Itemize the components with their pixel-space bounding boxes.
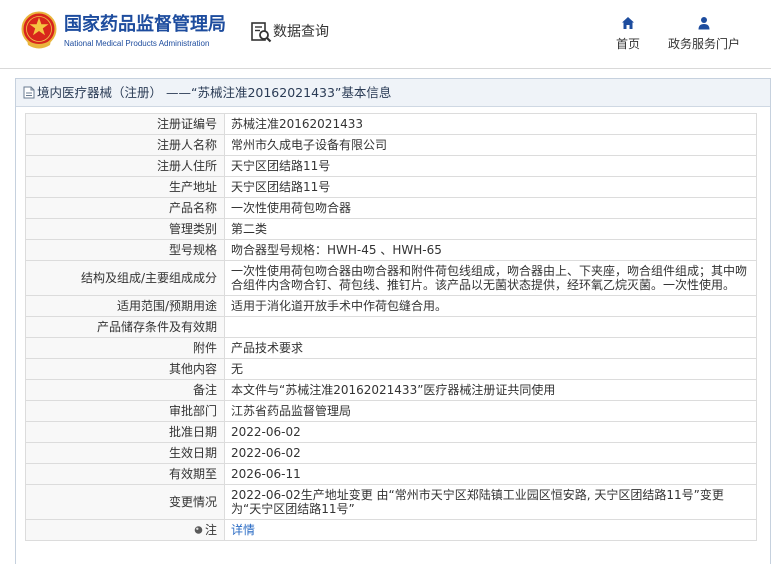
label-production-address: 生产地址 [25, 176, 225, 198]
value-registrant-name: 常州市久成电子设备有限公司 [224, 134, 757, 156]
row-registrant-name: 注册人名称 常州市久成电子设备有限公司 [25, 134, 757, 156]
row-registrant-address: 注册人住所 天宁区团结路11号 [25, 155, 757, 177]
value-scope-intended-use: 适用于消化道开放手术中作荷包缝合用。 [224, 295, 757, 317]
label-remarks: 备注 [25, 379, 225, 401]
page: 国家药品监督管理局 National Medical Products Admi… [0, 0, 771, 564]
details-link[interactable]: 详情 [231, 523, 255, 537]
value-change-history: 2022-06-02生产地址变更 由“常州市天宁区郑陆镇工业园区恒安路, 天宁区… [224, 484, 757, 520]
org-name-en: National Medical Products Administration [64, 39, 210, 48]
row-management-category: 管理类别 第二类 [25, 218, 757, 240]
value-registration-number: 苏械注准20162021433 [224, 113, 757, 135]
nav-portal-label: 政务服务门户 [667, 37, 740, 51]
nmpa-emblem-logo[interactable] [21, 11, 57, 51]
document-icon [23, 86, 35, 99]
search-document-icon [251, 22, 272, 43]
label-approval-date: 批准日期 [25, 421, 225, 443]
row-product-name: 产品名称 一次性使用荷包吻合器 [25, 197, 757, 219]
label-approval-department: 审批部门 [25, 400, 225, 422]
value-effective-date: 2022-06-02 [224, 442, 757, 464]
value-attachments: 产品技术要求 [224, 337, 757, 359]
label-notes-cell: 注 [25, 519, 225, 541]
label-notes: 注 [204, 523, 217, 537]
nav-home-label: 首页 [615, 37, 640, 51]
value-model-spec: 吻合器型号规格：HWH-45 、HWH-65 [224, 239, 757, 261]
value-approval-department: 江苏省药品监督管理局 [224, 400, 757, 422]
row-storage-conditions-shelf-life: 产品储存条件及有效期 [25, 316, 757, 338]
nav-government-service-portal[interactable]: 政务服务门户 [660, 16, 748, 56]
label-storage-conditions-shelf-life: 产品储存条件及有效期 [25, 316, 225, 338]
label-model-spec: 型号规格 [25, 239, 225, 261]
home-icon [622, 17, 634, 29]
value-production-address: 天宁区团结路11号 [224, 176, 757, 198]
label-effective-date: 生效日期 [25, 442, 225, 464]
label-attachments: 附件 [25, 337, 225, 359]
org-name-cn: 国家药品监督管理局 [64, 14, 226, 35]
value-valid-until: 2026-06-11 [224, 463, 757, 485]
label-product-name: 产品名称 [25, 197, 225, 219]
label-registration-number: 注册证编号 [25, 113, 225, 135]
value-registrant-address: 天宁区团结路11号 [224, 155, 757, 177]
row-other-content: 其他内容 无 [25, 358, 757, 380]
emblem-icon [21, 11, 57, 49]
label-registrant-address: 注册人住所 [25, 155, 225, 177]
value-remarks: 本文件与“苏械注准20162021433”医疗器械注册证共同使用 [224, 379, 757, 401]
label-management-category: 管理类别 [25, 218, 225, 240]
label-other-content: 其他内容 [25, 358, 225, 380]
label-registrant-name: 注册人名称 [25, 134, 225, 156]
value-structure-composition: 一次性使用荷包吻合器由吻合器和附件荷包线组成，吻合器由上、下夹座，吻合组件组成；… [224, 260, 757, 296]
note-icon [194, 526, 203, 534]
value-other-content: 无 [224, 358, 757, 380]
label-scope-intended-use: 适用范围/预期用途 [25, 295, 225, 317]
site-header: 国家药品监督管理局 National Medical Products Admi… [0, 0, 771, 69]
value-notes-cell: 详情 [224, 519, 757, 541]
row-remarks: 备注 本文件与“苏械注准20162021433”医疗器械注册证共同使用 [25, 379, 757, 401]
device-info-panel: 境内医疗器械（注册） ——“苏械注准20162021433”基本信息 注册证编号… [15, 78, 771, 564]
row-approval-date: 批准日期 2022-06-02 [25, 421, 757, 443]
label-valid-until: 有效期至 [25, 463, 225, 485]
row-structure-composition: 结构及组成/主要组成成分 一次性使用荷包吻合器由吻合器和附件荷包线组成，吻合器由… [25, 260, 757, 296]
user-icon [698, 17, 710, 30]
panel-title-bar: 境内医疗器械（注册） ——“苏械注准20162021433”基本信息 [16, 79, 770, 107]
data-query-label: 数据查询 [273, 24, 329, 40]
row-change-history: 变更情况 2022-06-02生产地址变更 由“常州市天宁区郑陆镇工业园区恒安路… [25, 484, 757, 520]
row-approval-department: 审批部门 江苏省药品监督管理局 [25, 400, 757, 422]
label-change-history: 变更情况 [25, 484, 225, 520]
row-notes: 注 详情 [25, 519, 757, 541]
registration-details-table: 注册证编号 苏械注准20162021433 注册人名称 常州市久成电子设备有限公… [25, 113, 757, 541]
value-approval-date: 2022-06-02 [224, 421, 757, 443]
value-product-name: 一次性使用荷包吻合器 [224, 197, 757, 219]
label-structure-composition: 结构及组成/主要组成成分 [25, 260, 225, 296]
row-scope-intended-use: 适用范围/预期用途 适用于消化道开放手术中作荷包缝合用。 [25, 295, 757, 317]
value-management-category: 第二类 [224, 218, 757, 240]
row-production-address: 生产地址 天宁区团结路11号 [25, 176, 757, 198]
panel-title: 境内医疗器械（注册） ——“苏械注准20162021433”基本信息 [37, 85, 392, 100]
nav-home[interactable]: 首页 [608, 16, 648, 56]
row-model-spec: 型号规格 吻合器型号规格：HWH-45 、HWH-65 [25, 239, 757, 261]
row-registration-number: 注册证编号 苏械注准20162021433 [25, 113, 757, 135]
row-valid-until: 有效期至 2026-06-11 [25, 463, 757, 485]
row-attachments: 附件 产品技术要求 [25, 337, 757, 359]
data-query-link[interactable]: 数据查询 [250, 20, 329, 44]
row-effective-date: 生效日期 2022-06-02 [25, 442, 757, 464]
value-storage-conditions-shelf-life [224, 316, 757, 338]
